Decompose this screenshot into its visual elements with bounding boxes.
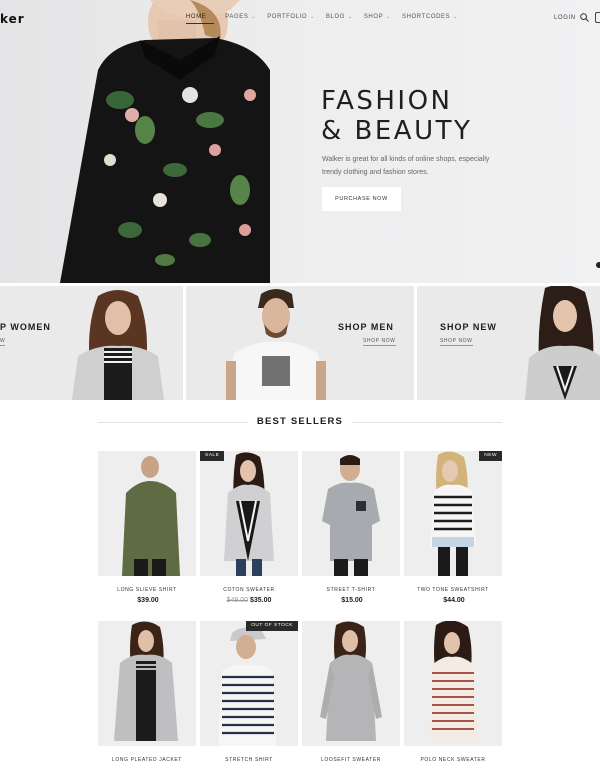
purchase-now-button[interactable]: PURCHASE NOW bbox=[322, 187, 401, 211]
product-name[interactable]: LONG SLIEVE SHIRT bbox=[98, 587, 196, 593]
nav-shop-label: SHOP bbox=[363, 14, 384, 20]
current-price: $35.00 bbox=[250, 597, 272, 604]
sale-badge: SALE bbox=[200, 451, 225, 461]
category-shop-now-link[interactable]: W bbox=[0, 338, 6, 346]
nav-home[interactable]: HOME ⌄ bbox=[186, 14, 215, 24]
search-icon[interactable] bbox=[580, 13, 589, 22]
current-price: $44.00 bbox=[443, 597, 465, 604]
product-image bbox=[302, 621, 400, 746]
nav-pages-label: PAGES bbox=[225, 14, 249, 20]
category-shop-now-link[interactable]: SHOP NOW bbox=[440, 338, 473, 346]
product-image bbox=[200, 621, 298, 746]
chevron-down-icon: ⌄ bbox=[451, 14, 459, 20]
chevron-down-icon: ⌄ bbox=[384, 14, 391, 20]
product-name[interactable]: STRETCH SHIRT bbox=[200, 757, 298, 763]
product-image bbox=[98, 621, 196, 746]
divider bbox=[352, 422, 502, 423]
slider-dot[interactable] bbox=[596, 262, 600, 268]
men-model-image bbox=[226, 289, 326, 400]
women-model-image bbox=[72, 290, 164, 400]
hero-title: FASHION & BEAUTY bbox=[321, 86, 472, 146]
chevron-down-icon: ⌄ bbox=[207, 14, 215, 20]
nav-pages[interactable]: PAGES ⌄ bbox=[225, 14, 256, 23]
old-price: $49.00 bbox=[226, 597, 248, 604]
product-price: $49.00 $35.00 bbox=[200, 597, 298, 604]
product-name[interactable]: STREET T-SHIRT bbox=[302, 587, 400, 593]
product-name[interactable]: LONG PLEATED JACKET bbox=[98, 757, 196, 763]
product-image bbox=[98, 451, 196, 576]
new-badge: NEW bbox=[479, 451, 502, 461]
nav-shortcodes-label: SHORTCODES bbox=[402, 14, 451, 20]
category-title: SHOP NEW bbox=[440, 322, 497, 332]
cart-icon[interactable] bbox=[595, 12, 600, 23]
new-model-image bbox=[525, 286, 600, 400]
out-of-stock-badge: OUT OF STOCK bbox=[246, 621, 298, 631]
nav-shortcodes[interactable]: SHORTCODES ⌄ bbox=[402, 14, 458, 23]
nav-blog-label: BLOG bbox=[325, 14, 346, 20]
hero-model-image bbox=[60, 0, 270, 283]
product-image bbox=[404, 621, 502, 746]
current-price: $15.00 bbox=[341, 597, 363, 604]
category-title: SHOP MEN bbox=[338, 322, 394, 332]
hero-title-line1: FASHION bbox=[321, 86, 453, 116]
category-banner-men[interactable]: SHOP MEN SHOP NOW bbox=[186, 286, 414, 400]
product-price: $15.00 bbox=[302, 597, 400, 604]
nav-portfolio-label: PORTFOLIO bbox=[267, 14, 308, 20]
product-image bbox=[302, 451, 400, 576]
category-title: P WOMEN bbox=[0, 322, 51, 332]
chevron-down-icon: ⌄ bbox=[249, 14, 257, 20]
chevron-down-icon: ⌄ bbox=[308, 14, 315, 20]
login-link[interactable]: LOGIN bbox=[554, 15, 576, 21]
product-name[interactable]: TWO TONE SWEATSHIRT bbox=[404, 587, 502, 593]
nav-blog[interactable]: BLOG ⌄ bbox=[326, 14, 353, 23]
current-price: $39.00 bbox=[137, 597, 159, 604]
product-image bbox=[200, 451, 298, 576]
category-shop-now-link[interactable]: SHOP NOW bbox=[363, 338, 396, 346]
chevron-down-icon: ⌄ bbox=[346, 14, 353, 20]
nav-portfolio[interactable]: PORTFOLIO ⌄ bbox=[267, 14, 315, 23]
product-name[interactable]: LOOSEFIT SWEATER bbox=[302, 757, 400, 763]
site-logo[interactable]: ker bbox=[0, 12, 25, 26]
product-name[interactable]: POLO NECK SWEATER bbox=[404, 757, 502, 763]
best-sellers-title: BEST SELLERS bbox=[256, 416, 344, 427]
main-nav: HOME ⌄ PAGES ⌄ PORTFOLIO ⌄ BLOG ⌄ SHOP ⌄… bbox=[186, 14, 469, 24]
product-name[interactable]: COTON SWEATER bbox=[200, 587, 298, 593]
category-banner-women[interactable]: P WOMEN W bbox=[0, 286, 183, 400]
nav-shop[interactable]: SHOP ⌄ bbox=[364, 14, 391, 23]
nav-home-label: HOME bbox=[186, 14, 207, 20]
category-banner-new[interactable]: SHOP NEW SHOP NOW bbox=[417, 286, 600, 400]
hero-title-line2: & BEAUTY bbox=[321, 116, 473, 146]
product-price: $39.00 bbox=[98, 597, 196, 604]
hero-slider: ker HOME ⌄ PAGES ⌄ PORTFOLIO ⌄ BLOG ⌄ SH… bbox=[0, 0, 600, 283]
product-image bbox=[404, 451, 502, 576]
hero-description: Walker is great for all kinds of online … bbox=[322, 156, 490, 176]
product-price: $44.00 bbox=[404, 597, 502, 604]
